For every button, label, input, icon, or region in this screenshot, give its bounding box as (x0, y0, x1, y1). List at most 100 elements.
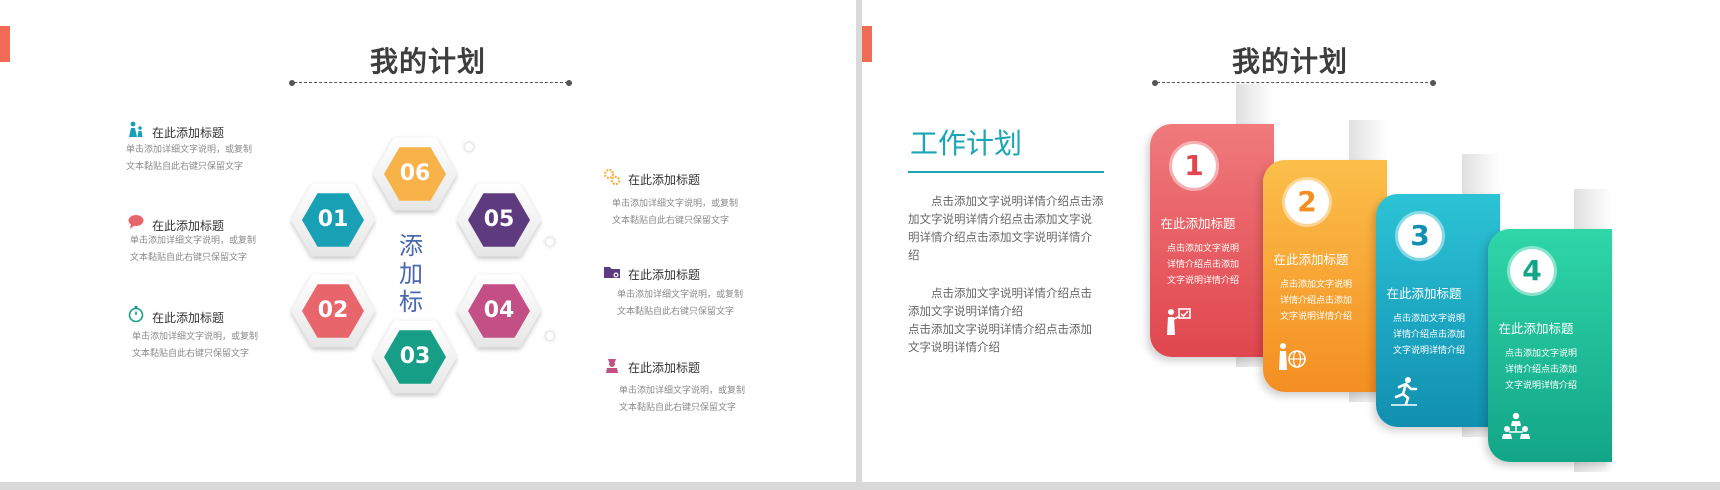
left-item-title: 在此添加标题 (152, 219, 225, 233)
step-number: 2 (1297, 185, 1317, 218)
hexagon-number: 06 (399, 161, 431, 186)
decor-dot (546, 332, 554, 340)
title-divider (294, 82, 568, 83)
desc-line: 文字说明详情介绍 (1279, 312, 1352, 322)
hexagon-number: 01 (317, 207, 349, 232)
left-item-title: 在此添加标题 (152, 311, 225, 325)
gears-icon (603, 168, 621, 186)
desc-line: 单击添加详细文字说明，或复制 (612, 199, 739, 209)
desc-line: 单击添加详细文字说明，或复制 (617, 290, 744, 300)
desc-line: 文字说明详情介绍 (1166, 276, 1239, 286)
slide-my-plan-cards: 我的计划 工作计划 点击添加文字说明详情介绍点击添 加文字说明详情介绍点击添加文… (862, 0, 1720, 482)
hexagon-02: 02 (289, 267, 377, 355)
desc-line: 文本黏贴自此右键只保留文字 (612, 216, 730, 226)
stopwatch-icon (127, 305, 145, 323)
desc-line: 单击添加详细文字说明，或复制 (130, 236, 257, 246)
hexagon-number: 04 (483, 298, 515, 323)
hexagon-03: 03 (371, 313, 459, 401)
step-number: 3 (1410, 219, 1430, 252)
hexagon-number: 03 (399, 344, 431, 369)
paragraph-line: 点击添加文字说明详情介绍点击添加 (908, 322, 1092, 336)
desc-line: 点击添加文字说明 (1166, 244, 1239, 254)
subtitle-underline (908, 171, 1104, 173)
desc-line: 文字说明详情介绍 (1392, 346, 1465, 356)
runner-icon (1388, 375, 1420, 407)
card-desc: 点击添加文字说明 详情介绍点击添加 文字说明详情介绍 (1275, 277, 1357, 325)
center-label-char: 加 (399, 260, 423, 288)
step-number: 4 (1522, 254, 1542, 287)
people-icon (127, 121, 145, 139)
desc-line: 详情介绍点击添加 (1392, 330, 1465, 340)
paragraph-2: 点击添加文字说明详情介绍点击 添加文字说明详情介绍 点击添加文字说明详情介绍点击… (908, 284, 1108, 356)
folder-icon (603, 263, 621, 281)
hexagon-number: 05 (483, 207, 515, 232)
paragraph-line: 点击添加文字说明详情介绍点击添 (908, 194, 1104, 208)
right-item-title: 在此添加标题 (628, 268, 701, 282)
team-icon (1500, 410, 1532, 442)
desc-line: 点击添加文字说明 (1279, 280, 1352, 290)
accent-bar (0, 26, 10, 62)
title-line-dot-left (289, 80, 295, 86)
card-title: 在此添加标题 (1498, 321, 1574, 336)
hexagon-04: 04 (455, 267, 543, 355)
hexagon-01: 01 (289, 176, 377, 264)
card-desc: 点击添加文字说明 详情介绍点击添加 文字说明详情介绍 (1388, 311, 1470, 359)
card-title: 在此添加标题 (1273, 252, 1349, 267)
right-item-desc: 单击添加详细文字说明，或复制 文本黏贴自此右键只保留文字 (617, 287, 743, 321)
desc-line: 点击添加文字说明 (1392, 314, 1465, 324)
paragraph-line: 明详情介绍点击添加文字说明详情介 (908, 230, 1092, 244)
card-title: 在此添加标题 (1386, 286, 1462, 301)
left-item-desc: 单击添加详细文字说明，或复制 文本黏贴自此右键只保留文字 (130, 233, 256, 267)
step-card-4: 4 在此添加标题点击添加文字说明 详情介绍点击添加 文字说明详情介绍 (1488, 229, 1612, 462)
step-number-circle: 3 (1398, 214, 1442, 258)
title-line-dot-left (1152, 80, 1158, 86)
globe-presenter-icon (1275, 340, 1307, 372)
presenter-icon (1162, 305, 1194, 337)
step-card-1: 1 在此添加标题点击添加文字说明 详情介绍点击添加 文字说明详情介绍 (1150, 124, 1274, 357)
desc-line: 文本黏贴自此右键只保留文字 (130, 253, 248, 263)
paragraph-line: 加文字说明详情介绍点击添加文字说 (908, 212, 1092, 226)
paragraph-1: 点击添加文字说明详情介绍点击添 加文字说明详情介绍点击添加文字说 明详情介绍点击… (908, 192, 1108, 264)
hexagon-05: 05 (455, 176, 543, 264)
desc-line: 点击添加文字说明 (1504, 349, 1577, 359)
step-card-3: 3 在此添加标题点击添加文字说明 详情介绍点击添加 文字说明详情介绍 (1376, 194, 1500, 427)
center-label-char: 添 (399, 232, 423, 260)
title-line-dot-right (1430, 80, 1436, 86)
center-label: 添加标 (396, 232, 426, 314)
card-desc: 点击添加文字说明 详情介绍点击添加 文字说明详情介绍 (1162, 241, 1244, 289)
desc-line: 文本黏贴自此右键只保留文字 (617, 307, 735, 317)
desc-line: 文本黏贴自此右键只保留文字 (619, 403, 737, 413)
section-subtitle: 工作计划 (910, 127, 1023, 160)
card-title: 在此添加标题 (1160, 216, 1236, 231)
desc-line: 详情介绍点击添加 (1504, 365, 1577, 375)
desc-line: 单击添加详细文字说明，或复制 (619, 386, 746, 396)
paragraph-line: 绍 (908, 248, 920, 262)
paragraph-line: 文字说明详情介绍 (908, 340, 1000, 354)
slide-my-plan-hexagons: 我的计划 在此添加标题 单击添加详细文字说明，或复制 文本黏贴自此右键只保留文字 在此… (0, 0, 856, 482)
desc-line: 文本黏贴自此右键只保留文字 (126, 162, 244, 172)
accent-bar (862, 26, 872, 62)
desc-line: 详情介绍点击添加 (1279, 296, 1352, 306)
desc-line: 详情介绍点击添加 (1166, 260, 1239, 270)
desc-line: 文本黏贴自此右键只保留文字 (132, 349, 250, 359)
step-number: 1 (1184, 149, 1204, 182)
right-item-desc: 单击添加详细文字说明，或复制 文本黏贴自此右键只保留文字 (612, 196, 738, 230)
card-desc: 点击添加文字说明 详情介绍点击添加 文字说明详情介绍 (1500, 346, 1582, 394)
slide-title: 我的计划 (370, 45, 487, 78)
step-number-circle: 4 (1510, 249, 1554, 293)
title-divider (1157, 82, 1433, 83)
desc-line: 文字说明详情介绍 (1504, 381, 1577, 391)
right-item-title: 在此添加标题 (628, 361, 701, 375)
desc-line: 单击添加详细文字说明，或复制 (132, 332, 259, 342)
desc-line: 单击添加详细文字说明，或复制 (126, 145, 253, 155)
paragraph-line: 添加文字说明详情介绍 (908, 304, 1023, 318)
step-number-circle: 2 (1285, 180, 1329, 224)
decor-dot (465, 143, 473, 151)
left-item-desc: 单击添加详细文字说明，或复制 文本黏贴自此右键只保留文字 (126, 142, 252, 176)
right-item-title: 在此添加标题 (628, 173, 701, 187)
step-number-circle: 1 (1172, 144, 1216, 188)
left-item-title: 在此添加标题 (152, 126, 225, 140)
nurse-icon (603, 356, 621, 374)
slide-title: 我的计划 (1232, 45, 1349, 78)
left-item-desc: 单击添加详细文字说明，或复制 文本黏贴自此右键只保留文字 (132, 329, 258, 363)
